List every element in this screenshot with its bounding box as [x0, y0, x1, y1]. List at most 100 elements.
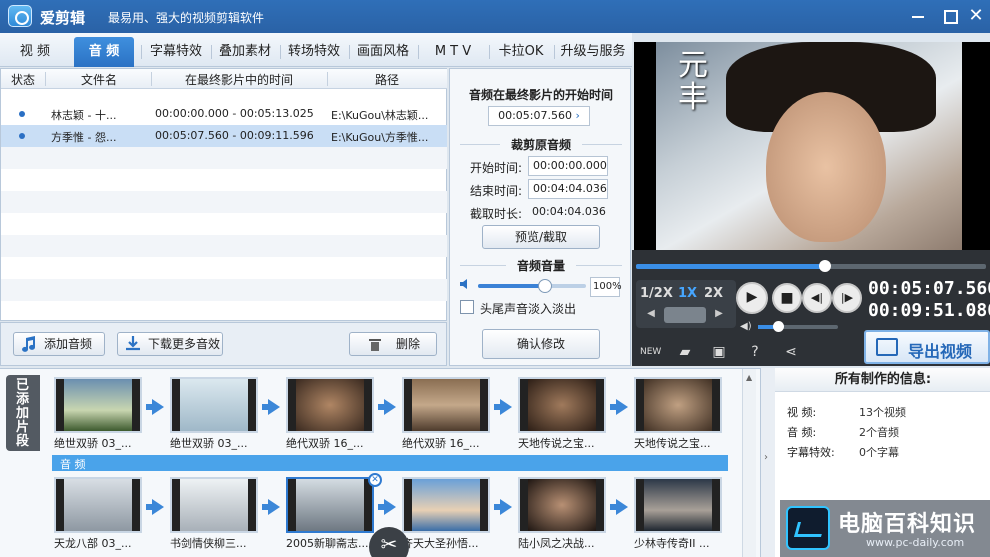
minimize-button[interactable] [908, 6, 928, 26]
step-forward-icon[interactable]: ▶ [712, 308, 726, 322]
chevron-right-icon: › [764, 452, 768, 463]
volume-slider-handle[interactable] [538, 279, 552, 293]
preview-trim-button[interactable]: 预览/截取 [482, 225, 600, 249]
stop-button[interactable]: ■ [772, 283, 802, 313]
tab-upgrade-service[interactable]: 升级与服务 [556, 37, 630, 67]
duration-value: 00:04:04.036 [532, 205, 606, 218]
remove-clip-icon[interactable]: ✕ [368, 473, 382, 487]
video-clip[interactable]: 绝世双骄 03_... [170, 377, 258, 451]
video-preview[interactable]: 元丰 [634, 42, 990, 250]
maximize-button[interactable] [940, 6, 960, 26]
play-button[interactable]: ▶ [736, 282, 768, 314]
tab-separator [489, 45, 490, 59]
watermark-url: www.pc-daily.com [866, 536, 965, 549]
title-bar: 爱剪辑 最易用、强大的视频剪辑软件 ✕ [0, 0, 990, 33]
column-header-status[interactable]: 状态 [5, 71, 41, 88]
table-row-selected[interactable]: 方季惟 - 怨... 00:05:07.560 - 00:09:11.596 E… [1, 125, 447, 147]
confirm-button[interactable]: 确认修改 [482, 329, 600, 359]
player-volume-handle[interactable] [773, 321, 784, 332]
help-icon[interactable]: ? [746, 343, 764, 361]
info-collapse-button[interactable]: › [761, 368, 775, 557]
info-title: 所有制作的信息: [775, 368, 990, 392]
volume-value[interactable]: 100% [590, 277, 622, 297]
tab-audio[interactable]: 音 频 [74, 37, 134, 67]
video-clip[interactable]: 陆小凤之决战... [518, 477, 606, 551]
close-button[interactable]: ✕ [966, 6, 986, 26]
previous-frame-button[interactable]: ◀| [802, 283, 832, 313]
clip-name: 天地传说之宝... [634, 437, 711, 450]
audio-track-bar[interactable]: 音 频 [52, 455, 728, 471]
tab-overlay-material[interactable]: 叠加素材 [213, 37, 277, 67]
audio-list-toolbar: 添加音频 下载更多音效 删除 [0, 322, 447, 366]
share-icon[interactable]: ⋖ [782, 343, 800, 361]
volume-slider-fill [478, 284, 545, 288]
speed-1x-button[interactable]: 1X [678, 286, 697, 301]
video-clip[interactable]: 天地传说之宝... [634, 377, 722, 451]
tab-transitions[interactable]: 转场特效 [282, 37, 346, 67]
column-header-time[interactable]: 在最终影片中的时间 [153, 71, 325, 88]
arrow-right-icon [378, 399, 396, 415]
tab-separator [211, 45, 212, 59]
add-audio-button[interactable]: 添加音频 [13, 332, 105, 356]
save-icon[interactable]: ▣ [710, 343, 728, 361]
playback-progress-bar[interactable] [636, 260, 986, 272]
tab-subtitle-effects[interactable]: 字幕特效 [144, 37, 208, 67]
speaker-icon [460, 279, 467, 289]
scroll-up-icon[interactable]: ▲ [746, 373, 752, 382]
clip-thumbnail [170, 477, 258, 533]
new-project-icon[interactable]: NEW [640, 343, 661, 361]
audio-list-panel: 状态 文件名 在最终影片中的时间 路径 林志颖 - 十... 00:00:00.… [0, 68, 447, 321]
divider [582, 144, 622, 145]
playback-progress-handle[interactable] [819, 260, 831, 272]
added-clips-tab[interactable]: 已添加片段 [6, 375, 40, 451]
clip-name: 书剑情侠柳三... [170, 537, 247, 550]
download-effects-button[interactable]: 下载更多音效 [117, 332, 223, 356]
video-clip[interactable]: 齐天大圣孙悟... [402, 477, 490, 551]
video-clip[interactable]: 绝代双骄 16_... [286, 377, 374, 451]
column-header-path[interactable]: 路径 [329, 71, 445, 88]
final-start-time-field[interactable]: 00:05:07.560 › [488, 106, 590, 126]
clip-thumbnail [402, 377, 490, 433]
tab-picture-style[interactable]: 画面风格 [351, 37, 415, 67]
info-value: 2个音频 [859, 426, 899, 439]
table-row[interactable]: 林志颖 - 十... 00:00:00.000 - 00:05:13.025 E… [1, 103, 447, 125]
arrow-right-icon [146, 499, 164, 515]
speed-half-button[interactable]: 1/2X [640, 286, 673, 301]
jog-wheel[interactable] [664, 307, 706, 323]
video-clip-selected[interactable]: 2005新聊斋志... [286, 477, 374, 551]
clip-name: 2005新聊斋志... [286, 537, 369, 550]
column-header-filename[interactable]: 文件名 [47, 71, 151, 88]
site-watermark: 电脑百科知识 www.pc-daily.com [780, 500, 990, 557]
divider [576, 265, 622, 266]
delete-audio-button[interactable]: 删除 [349, 332, 437, 356]
speed-control: 1/2X 1X 2X ◀ ▶ [636, 280, 736, 328]
export-video-button[interactable]: 导出视频 [864, 330, 990, 364]
step-back-icon[interactable]: ◀ [644, 308, 658, 322]
start-time-input[interactable]: 00:00:00.000 [528, 156, 608, 176]
player-volume-icon[interactable]: ◀) [740, 321, 752, 332]
clip-thumbnail [170, 377, 258, 433]
empty-row [1, 279, 447, 301]
tab-mtv[interactable]: M T V [420, 37, 486, 67]
end-time-input[interactable]: 00:04:04.036 [528, 179, 608, 199]
next-frame-button[interactable]: |▶ [832, 283, 862, 313]
tab-karaoke[interactable]: 卡拉OK [491, 37, 551, 67]
player-volume-slider[interactable] [758, 321, 838, 332]
speed-2x-button[interactable]: 2X [704, 286, 723, 301]
video-clip[interactable]: 绝代双骄 16_... [402, 377, 490, 451]
video-clip[interactable]: 少林寺传奇II ... [634, 477, 722, 551]
video-clip[interactable]: 天地传说之宝... [518, 377, 606, 451]
info-label: 字幕特效: [787, 446, 835, 459]
timeline-scrollbar[interactable]: ▲ [742, 369, 756, 557]
open-folder-icon[interactable]: ▰ [676, 343, 694, 361]
video-clip[interactable]: 书剑情侠柳三... [170, 477, 258, 551]
arrow-right-icon [494, 399, 512, 415]
video-clip[interactable]: 绝世双骄 03_... [54, 377, 142, 451]
info-value: 0个字幕 [859, 446, 899, 459]
volume-slider[interactable] [478, 279, 586, 293]
empty-row [1, 147, 447, 169]
fade-checkbox[interactable] [460, 300, 474, 314]
add-audio-label: 添加音频 [44, 337, 93, 351]
video-clip[interactable]: 天龙八部 03_... [54, 477, 142, 551]
tab-video[interactable]: 视 频 [2, 37, 68, 67]
